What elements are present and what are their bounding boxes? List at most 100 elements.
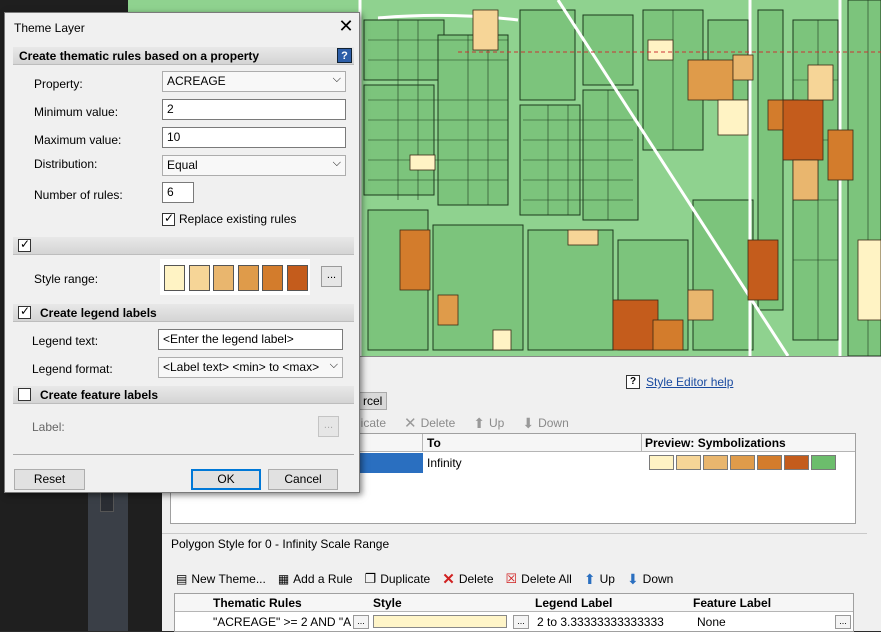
style-editor-help[interactable]: ? Style Editor help: [626, 375, 733, 389]
legend-format-value: <Label text> <min> to <max>: [163, 360, 320, 374]
down-label-2: Down: [642, 572, 674, 586]
delete-icon: ✕: [404, 415, 417, 432]
thematic-rules-header: Thematic Rules: [213, 596, 302, 610]
duplicate-icon: ❐: [364, 571, 377, 586]
up-label-2: Up: [599, 572, 615, 586]
num-rules-label: Number of rules:: [34, 188, 123, 202]
legend-text-input[interactable]: <Enter the legend label>: [158, 329, 343, 350]
style-range-swatch: [286, 265, 308, 291]
help-icon[interactable]: ?: [337, 48, 352, 63]
style-editor-help-link[interactable]: Style Editor help: [646, 375, 733, 389]
up-arrow-icon: ⬆: [473, 414, 486, 431]
max-value-label: Maximum value:: [34, 133, 122, 147]
new-theme-button[interactable]: ▤ New Theme...: [176, 570, 266, 588]
duplicate-button[interactable]: licate: [358, 414, 386, 432]
preview-swatch: [676, 455, 701, 470]
duplicate-label-2: Duplicate: [380, 572, 431, 586]
delete-all-button[interactable]: ☒ Delete All: [506, 570, 572, 588]
down-arrow-icon: ⬇: [522, 414, 535, 431]
property-select[interactable]: ACREAGE ⌵: [162, 71, 346, 92]
left-panel-strip: [88, 492, 128, 631]
close-icon[interactable]: ✕: [335, 16, 357, 38]
preview-swatch: [757, 455, 782, 470]
delete-all-label: Delete All: [521, 572, 572, 586]
feature-labels-checkbox[interactable]: [18, 388, 31, 401]
duplicate-button-2[interactable]: ❐ Duplicate: [365, 570, 431, 588]
thematic-rules-grid[interactable]: Thematic Rules Style Legend Label Featur…: [174, 593, 854, 632]
style-range-swatch: [188, 265, 210, 291]
help-icon: ?: [626, 375, 640, 389]
cancel-button[interactable]: Cancel: [268, 469, 338, 490]
preview-swatches: [649, 455, 836, 470]
preview-swatch: [730, 455, 755, 470]
replace-rules-checkbox[interactable]: Replace existing rules: [162, 211, 296, 226]
panel-tab[interactable]: [100, 492, 114, 512]
preview-swatch: [811, 455, 836, 470]
style-range-label: Style range:: [34, 272, 99, 286]
to-value: Infinity: [427, 456, 462, 470]
delete-label-2: Delete: [458, 572, 494, 586]
property-section-title: Create thematic rules based on a propert…: [19, 49, 260, 63]
style-range-swatch: [164, 265, 185, 291]
preview-swatch: [703, 455, 728, 470]
up-label: Up: [489, 416, 505, 430]
to-column-header: To: [427, 436, 441, 450]
property-value: ACREAGE: [167, 74, 226, 88]
theme-layer-dialog: Theme Layer ✕ Create thematic rules base…: [4, 12, 360, 493]
max-value-input[interactable]: 10: [162, 127, 346, 148]
down-button-2[interactable]: ⬇ Down: [627, 570, 673, 588]
add-rule-button[interactable]: ▦ Add a Rule: [278, 570, 353, 588]
add-rule-icon: ▦: [277, 572, 290, 586]
replace-rules-checkbox-box[interactable]: [162, 211, 175, 226]
parcel-tab[interactable]: rcel: [358, 392, 388, 410]
down-arrow-icon: ⬇: [626, 570, 639, 587]
delete-all-icon: ☒: [505, 571, 518, 586]
min-value-input[interactable]: 2: [162, 99, 346, 120]
label-label: Label:: [32, 420, 65, 434]
feature-label-header: Feature Label: [693, 596, 772, 610]
feature-section-title: Create feature labels: [40, 388, 159, 402]
chevron-down-icon: ⌵: [332, 73, 341, 85]
rule-edit-button[interactable]: ...: [353, 615, 369, 629]
delete-icon: ✕: [442, 571, 455, 588]
duplicate-label: licate: [358, 416, 387, 430]
dialog-title: Theme Layer: [14, 21, 85, 35]
property-section-header: Create thematic rules based on a propert…: [13, 47, 354, 65]
preview-swatch: [784, 455, 809, 470]
rules-toolbar: licate ✕ Delete ⬆ Up ⬇ Down: [358, 414, 569, 433]
label-edit-button[interactable]: ...: [318, 416, 339, 437]
property-label: Property:: [34, 77, 83, 91]
legend-format-label: Legend format:: [32, 362, 113, 376]
distribution-value: Equal: [167, 158, 198, 172]
new-theme-label: New Theme...: [191, 572, 266, 586]
up-button-2[interactable]: ⬆ Up: [584, 570, 615, 588]
legend-label-value: 2 to 3.33333333333333: [537, 615, 664, 629]
down-button[interactable]: ⬇ Down: [522, 414, 568, 432]
delete-button[interactable]: ✕ Delete: [404, 414, 455, 432]
style-section-header: [13, 237, 354, 255]
feature-section-header: Create feature labels: [13, 386, 354, 404]
table-row[interactable]: "ACREAGE" >= 2 AND "A ... ... 2 to 3.333…: [175, 613, 853, 631]
legend-format-select[interactable]: <Label text> <min> to <max> ⌵: [158, 357, 343, 378]
ok-button[interactable]: OK: [191, 469, 261, 490]
style-swatch[interactable]: [373, 615, 507, 628]
add-rule-label: Add a Rule: [293, 572, 353, 586]
feature-edit-button[interactable]: ...: [835, 615, 851, 629]
preview-column-header: Preview: Symbolizations: [645, 436, 786, 450]
legend-checkbox[interactable]: [18, 304, 31, 319]
style-section-checkbox[interactable]: [18, 237, 31, 252]
style-range-swatches[interactable]: [160, 259, 310, 295]
num-rules-input[interactable]: 6: [162, 182, 194, 203]
down-label: Down: [538, 416, 569, 430]
style-range-swatch: [262, 265, 283, 291]
delete-button-2[interactable]: ✕ Delete: [442, 570, 493, 588]
up-arrow-icon: ⬆: [583, 570, 596, 587]
style-range-button[interactable]: ...: [321, 266, 342, 287]
distribution-select[interactable]: Equal ⌵: [162, 155, 346, 176]
chevron-down-icon: ⌵: [329, 359, 338, 371]
style-range-swatch: [213, 265, 234, 291]
new-theme-icon: ▤: [176, 572, 188, 586]
style-edit-button[interactable]: ...: [513, 615, 529, 629]
up-button[interactable]: ⬆ Up: [473, 414, 504, 432]
reset-button[interactable]: Reset: [14, 469, 85, 490]
